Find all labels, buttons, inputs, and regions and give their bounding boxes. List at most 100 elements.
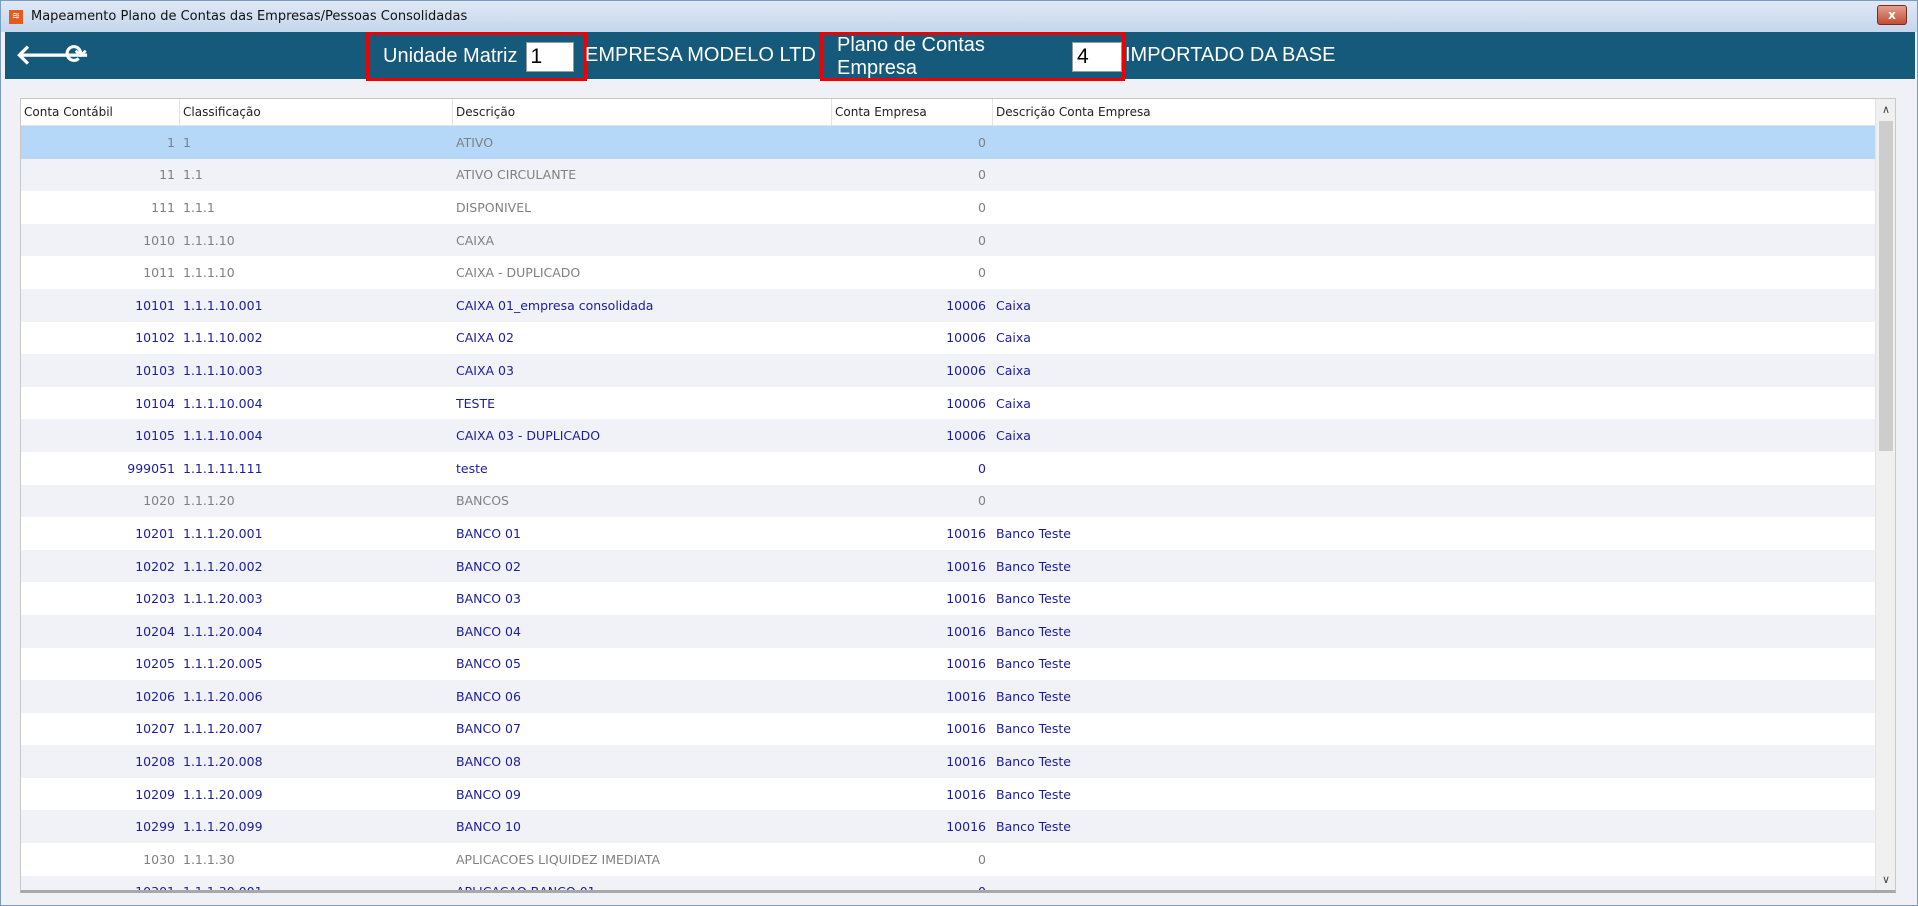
cell-classificacao: 1.1.1.20.099: [183, 819, 263, 835]
cell-descricao-empresa: Caixa: [996, 330, 1031, 346]
table-row[interactable]: 10299 1.1.1.20.099 BANCO 10 10016 Banco Test…: [21, 810, 1895, 844]
cell-descricao: CAIXA 03: [456, 362, 514, 378]
scroll-up-icon[interactable]: ∧: [1876, 103, 1895, 116]
cell-conta: 10208: [135, 754, 175, 770]
close-button[interactable]: x: [1877, 5, 1907, 25]
cell-conta: 1: [167, 134, 175, 150]
table-row[interactable]: 10207 1.1.1.20.007 BANCO 07 10016 Banco Test…: [21, 713, 1895, 746]
cell-classificacao: 1.1.1.20.001: [183, 525, 263, 541]
table-row[interactable]: 10204 1.1.1.20.004 BANCO 04 10016 Banco Test…: [21, 614, 1895, 648]
cell-conta: 1010: [143, 232, 175, 248]
cell-conta: 10209: [135, 786, 175, 802]
cell-conta: 10299: [135, 819, 175, 835]
table-row[interactable]: 11 1.1 ATIVO CIRCULANTE 0: [21, 158, 1895, 192]
table-row[interactable]: 10202 1.1.1.20.002 BANCO 02 10016 Banco Test…: [21, 549, 1895, 583]
cell-classificacao: 1: [183, 134, 191, 150]
table-row[interactable]: 10105 1.1.1.10.004 CAIXA 03 - DUPLICADO 100…: [21, 419, 1895, 452]
cell-descricao: BANCO 10: [456, 819, 521, 835]
cell-conta: 10202: [135, 558, 175, 574]
table-row[interactable]: 10101 1.1.1.10.001 CAIXA 01_empresa consol…: [21, 288, 1895, 322]
column-header-classificacao[interactable]: Classificação: [179, 99, 452, 125]
grid-body: 1 1 ATIVO 0 11 1.1 ATIVO CIRCULANTE 0 111 1.1.1 DI…: [21, 126, 1895, 890]
cell-conta: 10104: [135, 395, 175, 411]
cell-conta-empresa: 0: [978, 134, 986, 150]
cell-descricao-empresa: Banco Teste: [996, 656, 1071, 672]
cell-descricao-empresa: Banco Teste: [996, 786, 1071, 802]
table-row[interactable]: 1 1 ATIVO 0: [21, 126, 1895, 159]
plano-contas-group: Plano de Contas Empresa: [820, 32, 1125, 81]
cell-conta-empresa: 0: [978, 851, 986, 867]
table-row[interactable]: 1011 1.1.1.10 CAIXA - DUPLICADO 0: [21, 256, 1895, 289]
cell-classificacao: 1.1.1.20.007: [183, 721, 263, 737]
cell-conta-empresa: 10006: [946, 330, 986, 346]
window-title: Mapeamento Plano de Contas das Empresas/…: [31, 9, 468, 24]
cell-conta-empresa: 10016: [946, 754, 986, 770]
plano-input[interactable]: [1072, 41, 1122, 72]
cell-conta-empresa: 10016: [946, 688, 986, 704]
table-row[interactable]: 111 1.1.1 DISPONIVEL 0: [21, 191, 1895, 224]
cell-classificacao: 1.1.1.10: [183, 265, 235, 281]
cell-descricao-empresa: Caixa: [996, 428, 1031, 444]
table-row[interactable]: 10201 1.1.1.20.001 BANCO 01 10016 Banco Test…: [21, 517, 1895, 550]
cell-descricao: BANCO 09: [456, 786, 521, 802]
table-row[interactable]: 10206 1.1.1.20.006 BANCO 06 10016 Banco Test…: [21, 680, 1895, 713]
cell-descricao-empresa: Banco Teste: [996, 525, 1071, 541]
window: ≋ Mapeamento Plano de Contas das Empresa…: [0, 0, 1918, 906]
cell-descricao: DISPONIVEL: [456, 199, 532, 215]
unidade-input[interactable]: [525, 41, 574, 72]
cell-descricao: CAIXA 01_empresa consolidada: [456, 297, 654, 313]
cell-classificacao: 1.1.1.20.003: [183, 591, 263, 607]
cell-descricao-empresa: Banco Teste: [996, 558, 1071, 574]
grid-header: Conta Contábil Classificação Descrição C…: [21, 99, 1895, 126]
table-row[interactable]: 10203 1.1.1.20.003 BANCO 03 10016 Banco Test…: [21, 582, 1895, 615]
cell-conta: 1011: [143, 265, 175, 281]
cell-conta-empresa: 0: [978, 493, 986, 509]
column-header-conta[interactable]: Conta Contábil: [21, 99, 179, 125]
scroll-thumb[interactable]: [1879, 121, 1893, 451]
cell-conta: 999051: [127, 460, 175, 476]
cell-conta-empresa: 10016: [946, 786, 986, 802]
cell-conta-empresa: 0: [978, 199, 986, 215]
table-row[interactable]: 10102 1.1.1.10.002 CAIXA 02 10006 Caixa: [21, 322, 1895, 355]
cell-conta-empresa: 10016: [946, 591, 986, 607]
cell-classificacao: 1.1.1.20.008: [183, 754, 263, 770]
cell-classificacao: 1.1.1.10.004: [183, 395, 263, 411]
table-row[interactable]: 10301 1.1.1.30.001 APLICACAO BANCO 01 0: [21, 875, 1895, 890]
column-header-descricao-empresa[interactable]: Descrição Conta Empresa: [992, 99, 1895, 125]
table-row[interactable]: 10104 1.1.1.10.004 TESTE 10006 Caixa: [21, 387, 1895, 420]
column-header-conta-empresa[interactable]: Conta Empresa: [831, 99, 992, 125]
cell-classificacao: 1.1.1.20.005: [183, 656, 263, 672]
cell-descricao: CAIXA 02: [456, 330, 514, 346]
cell-descricao-empresa: Banco Teste: [996, 819, 1071, 835]
vertical-scrollbar[interactable]: ∧ ∨: [1875, 99, 1895, 890]
cell-descricao-empresa: Caixa: [996, 297, 1031, 313]
column-header-descricao[interactable]: Descrição: [452, 99, 831, 125]
cell-conta: 10201: [135, 525, 175, 541]
cell-conta-empresa: 10016: [946, 656, 986, 672]
cell-descricao: APLICACOES LIQUIDEZ IMEDIATA: [456, 851, 661, 867]
table-row[interactable]: 10208 1.1.1.20.008 BANCO 08 10016 Banco Test…: [21, 745, 1895, 778]
table-row[interactable]: 999051 1.1.1.11.111 teste 0: [21, 452, 1895, 485]
table-row[interactable]: 10103 1.1.1.10.003 CAIXA 03 10006 Caixa: [21, 354, 1895, 387]
accounts-grid: Conta Contábil Classificação Descrição C…: [20, 98, 1896, 893]
cell-classificacao: 1.1.1.20.004: [183, 623, 263, 639]
unidade-matriz-group: Unidade Matriz: [366, 32, 587, 81]
unidade-label: Unidade Matriz: [383, 45, 518, 67]
cell-classificacao: 1.1.1.20: [183, 493, 235, 509]
refresh-icon[interactable]: ⟳: [65, 40, 87, 70]
table-row[interactable]: 10205 1.1.1.20.005 BANCO 05 10016 Banco Test…: [21, 648, 1895, 681]
cell-conta: 10105: [135, 428, 175, 444]
scroll-down-icon[interactable]: ∨: [1876, 873, 1895, 886]
table-row[interactable]: 1010 1.1.1.10 CAIXA 0: [21, 223, 1895, 257]
cell-conta-empresa: 10016: [946, 623, 986, 639]
table-row[interactable]: 1020 1.1.1.20 BANCOS 0: [21, 484, 1895, 518]
cell-conta: 10207: [135, 721, 175, 737]
table-row[interactable]: 10209 1.1.1.20.009 BANCO 09 10016 Banco Test…: [21, 778, 1895, 811]
table-row[interactable]: 1030 1.1.1.30 APLICACOES LIQUIDEZ IMEDIATA…: [21, 843, 1895, 876]
cell-descricao: BANCO 02: [456, 558, 521, 574]
cell-classificacao: 1.1.1.20.006: [183, 688, 263, 704]
cell-conta: 1030: [143, 851, 175, 867]
cell-conta-empresa: 0: [978, 232, 986, 248]
toolbar: 🡐 ⟳ Unidade Matriz EMPRESA MODELO LTD Pl…: [5, 32, 1915, 81]
plano-label: Plano de Contas Empresa: [837, 33, 985, 79]
